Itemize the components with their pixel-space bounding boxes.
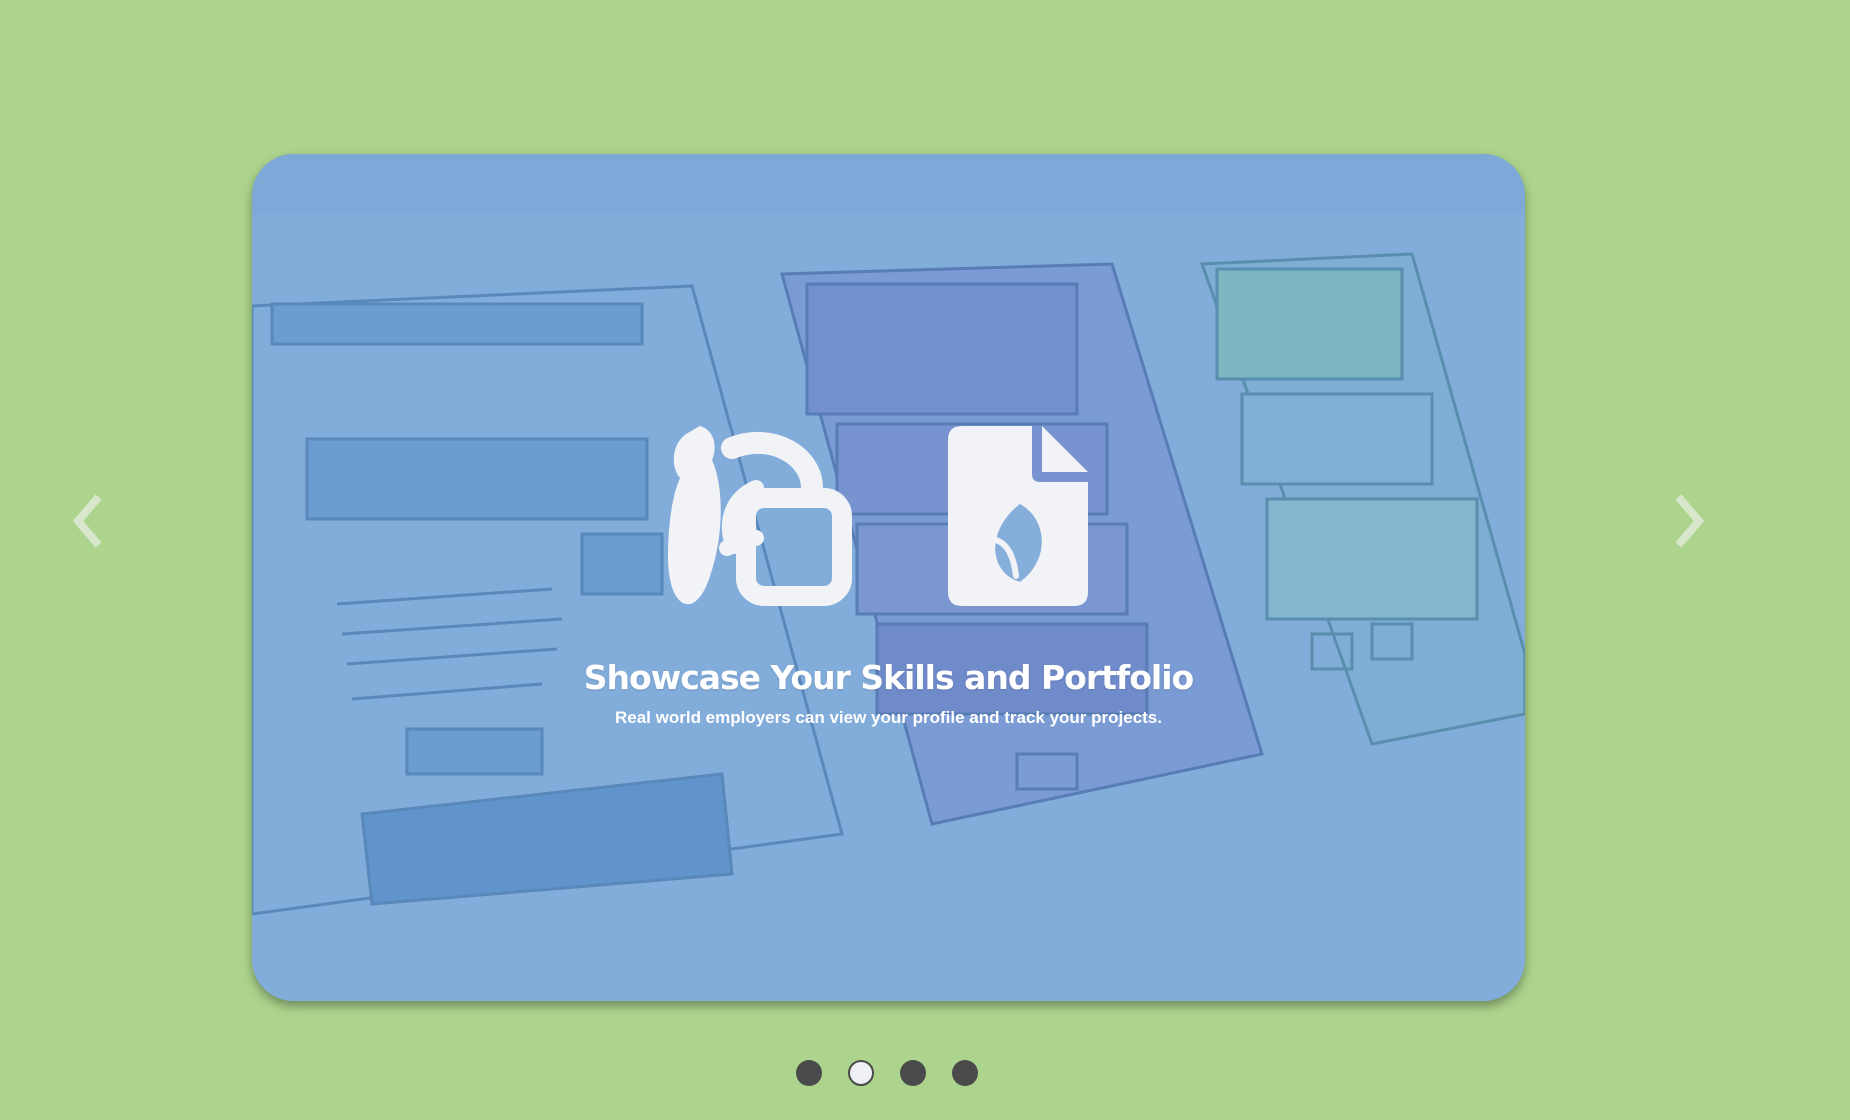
carousel-slide: Showcase Your Skills and Portfolio Real … xyxy=(252,154,1525,1001)
slide-subtitle: Real world employers can view your profi… xyxy=(614,708,1162,727)
carousel-dot-1[interactable] xyxy=(796,1060,822,1086)
design-tools-icon xyxy=(668,426,852,606)
carousel-dot-2[interactable] xyxy=(848,1060,874,1086)
slide-title: Showcase Your Skills and Portfolio xyxy=(583,658,1194,697)
carousel-dot-3[interactable] xyxy=(900,1060,926,1086)
carousel-next-button[interactable] xyxy=(1663,486,1713,556)
slide-overlay xyxy=(252,154,1525,1001)
chevron-left-icon xyxy=(72,494,102,548)
carousel-indicators xyxy=(796,1060,978,1086)
carousel-prev-button[interactable] xyxy=(64,486,114,556)
carousel: Showcase Your Skills and Portfolio Real … xyxy=(0,0,1850,1120)
carousel-dot-4[interactable] xyxy=(952,1060,978,1086)
chevron-right-icon xyxy=(1675,494,1705,548)
document-leaf-icon xyxy=(948,426,1088,606)
